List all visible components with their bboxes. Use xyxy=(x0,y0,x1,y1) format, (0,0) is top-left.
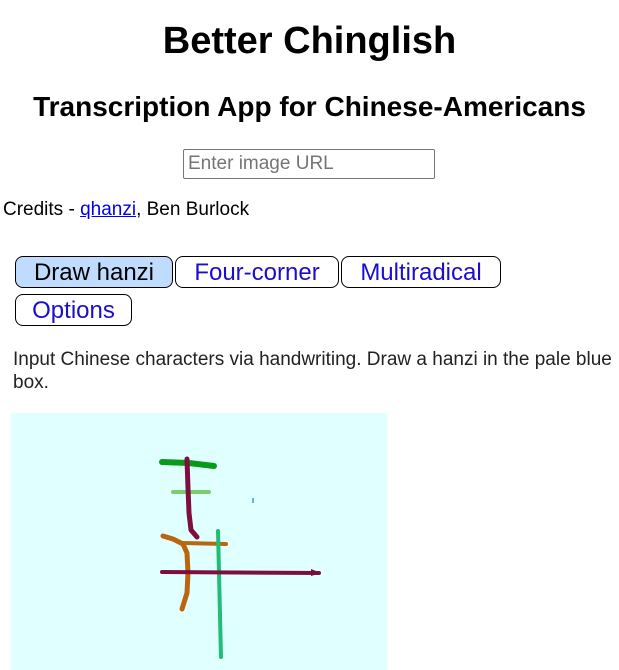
instructions-text: Input Chinese characters via handwriting… xyxy=(13,349,612,393)
tab-four-corner[interactable]: Four-corner xyxy=(175,256,339,288)
tab-options[interactable]: Options xyxy=(15,294,132,326)
page-title: Better Chinglish xyxy=(162,20,457,62)
image-url-input[interactable] xyxy=(183,149,435,179)
handwriting-canvas[interactable] xyxy=(11,413,387,670)
credits-line: Credits - qhanzi, Ben Burlock xyxy=(3,199,249,221)
tab-multiradical[interactable]: Multiradical xyxy=(341,256,501,288)
stroke-8 xyxy=(160,570,321,575)
tab-draw-hanzi[interactable]: Draw hanzi xyxy=(15,256,173,288)
page: Better Chinglish Transcription App for C… xyxy=(0,0,619,670)
handwriting-strokes xyxy=(159,456,321,659)
page-subtitle: Transcription App for Chinese-Americans xyxy=(33,91,586,122)
credits-suffix: , Ben Burlock xyxy=(136,199,250,220)
stroke-4 xyxy=(184,456,200,540)
credits-prefix: Credits - xyxy=(3,199,81,220)
stroke-7 xyxy=(216,529,223,659)
qhanzi-link[interactable]: qhanzi xyxy=(80,199,136,220)
